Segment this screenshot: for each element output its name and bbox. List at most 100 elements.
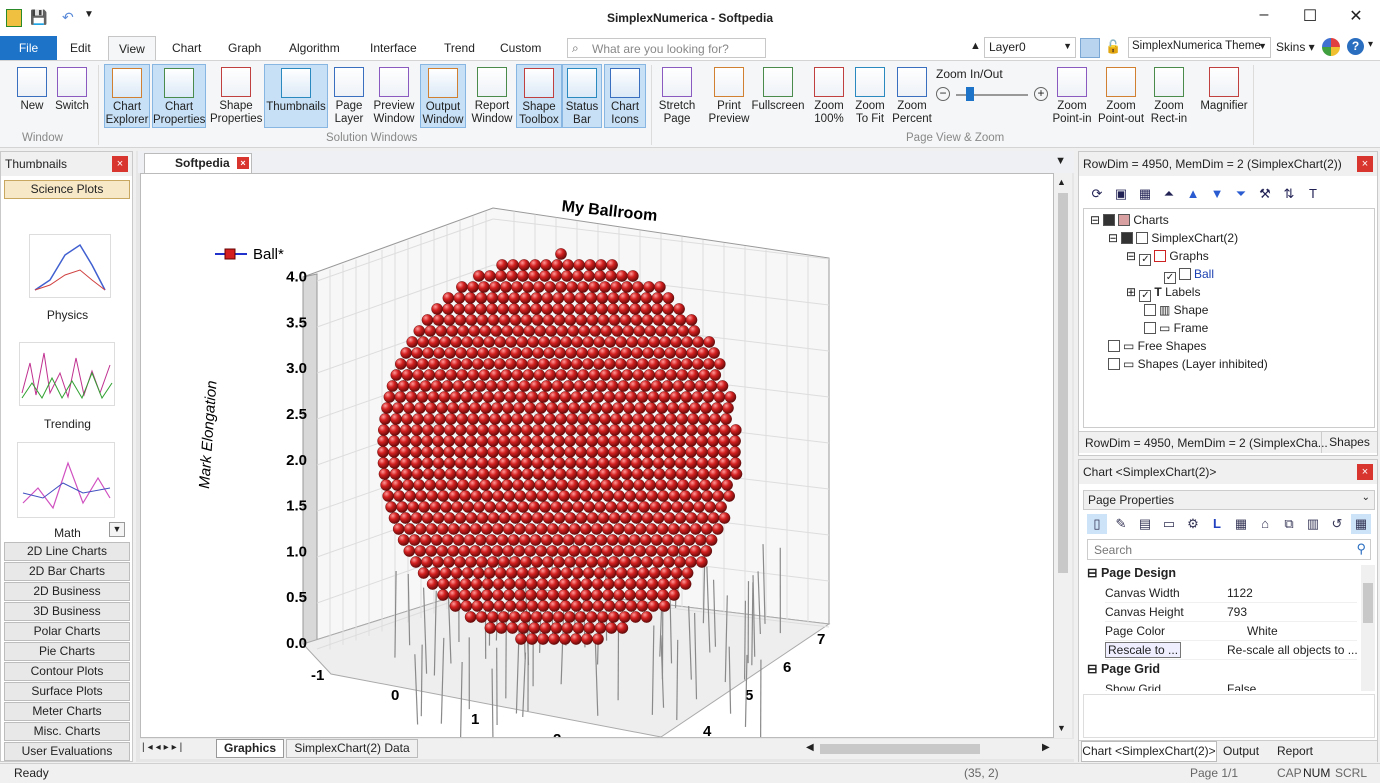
tab-view[interactable]: View xyxy=(108,36,156,61)
tab-chart[interactable]: Chart xyxy=(162,36,211,60)
tab-edit[interactable]: Edit xyxy=(60,36,101,60)
vscroll-down-icon[interactable]: ▼ xyxy=(1057,723,1066,733)
tree-node-graphs[interactable]: ⊟ ✓Graphs xyxy=(1126,247,1209,265)
thumbnails-close-button[interactable]: × xyxy=(112,156,128,172)
frame-icon[interactable]: ▭ xyxy=(1159,514,1179,534)
page-edit-icon[interactable]: ✎ xyxy=(1111,514,1131,534)
ribbon-button-zoom-point-in[interactable]: Zoom Point-in xyxy=(1050,64,1094,128)
text-icon[interactable]: T xyxy=(1305,186,1321,202)
ribbon-button-shape-properties[interactable]: Shape Properties xyxy=(210,64,262,128)
image-icon[interactable]: ▤ xyxy=(1135,514,1155,534)
label-icon[interactable]: L xyxy=(1207,514,1227,534)
tree-node-free-shapes[interactable]: ▭ Free Shapes xyxy=(1108,337,1206,355)
vscroll-thumb[interactable] xyxy=(1058,193,1068,573)
table-icon[interactable]: ▦ xyxy=(1231,514,1251,534)
ribbon-button-new[interactable]: New xyxy=(14,64,50,128)
maximize-button[interactable]: ☐ xyxy=(1296,6,1324,28)
tab-interface[interactable]: Interface xyxy=(360,36,427,60)
hscroll-left-icon[interactable]: ◀ xyxy=(806,742,814,753)
minimize-button[interactable]: – xyxy=(1250,6,1278,28)
ribbon-button-preview-window[interactable]: Preview Window xyxy=(370,64,418,128)
refresh-icon[interactable]: ⟳ xyxy=(1089,186,1105,202)
sort-icon[interactable]: ⇅ xyxy=(1281,186,1297,202)
section-page-design[interactable]: ⊟ Page Design xyxy=(1087,565,1176,580)
tree-node-shape[interactable]: ▥ Shape xyxy=(1144,301,1208,319)
sheet-nav-icons[interactable]: |◂◂▸▸| xyxy=(142,742,185,753)
page-icon[interactable]: ▯ xyxy=(1087,514,1107,534)
tab-chart-props[interactable]: Chart <SimplexChart(2)> xyxy=(1081,741,1217,762)
tab-file[interactable]: File xyxy=(0,36,57,60)
reset-icon[interactable]: ↺ xyxy=(1327,514,1347,534)
category-pie-charts[interactable]: Pie Charts xyxy=(4,642,130,661)
category-meter-charts[interactable]: Meter Charts xyxy=(4,702,130,721)
tree-node-shapes-inhibited[interactable]: ▭ Shapes (Layer inhibited) xyxy=(1108,355,1268,373)
prop-row-page-color[interactable]: Page ColorWhite xyxy=(1105,622,1357,641)
help-icon[interactable]: ? xyxy=(1347,38,1364,55)
ribbon-button-fullscreen[interactable]: Fullscreen xyxy=(750,64,806,128)
tab-custom[interactable]: Custom xyxy=(490,36,551,60)
thumb-math[interactable] xyxy=(17,442,115,518)
skins-menu[interactable]: Skins ▾ xyxy=(1276,40,1315,54)
zoom-plus-icon[interactable]: + xyxy=(1034,87,1048,101)
copy-icon[interactable]: ⧉ xyxy=(1279,514,1299,534)
ribbon-button-shape-toolbox[interactable]: Shape Toolbox xyxy=(516,64,562,128)
shapes-tab[interactable]: Shapes xyxy=(1321,432,1377,453)
hscroll-thumb[interactable] xyxy=(820,744,980,754)
category-2d-bar-charts[interactable]: 2D Bar Charts xyxy=(4,562,130,581)
folder-icon[interactable]: ⌂ xyxy=(1255,514,1275,534)
doc-vscroll[interactable]: ▲ ▼ xyxy=(1054,173,1072,738)
properties-close-button[interactable]: × xyxy=(1357,464,1373,480)
hscroll-right-icon[interactable]: ▶ xyxy=(1042,742,1050,753)
chart-canvas[interactable]: 0.00.51.01.52.02.53.03.54.0-10124567My B… xyxy=(140,173,1054,738)
prop-row-canvas-height[interactable]: Canvas Height793 xyxy=(1105,603,1357,622)
category-surface-plots[interactable]: Surface Plots xyxy=(4,682,130,701)
category-polar-charts[interactable]: Polar Charts xyxy=(4,622,130,641)
tree-node-frame[interactable]: ▭ Frame xyxy=(1144,319,1208,337)
up-icon[interactable]: ▲ xyxy=(1185,186,1201,202)
ribbon-button-magnifier[interactable]: Magnifier xyxy=(1196,64,1252,128)
doc-tab-close-icon[interactable]: × xyxy=(237,157,249,169)
prop-row-canvas-width[interactable]: Canvas Width1122 xyxy=(1105,584,1357,603)
properties-scrollbar[interactable] xyxy=(1361,565,1375,691)
explorer-close-button[interactable]: × xyxy=(1357,156,1373,172)
thumb-scroll-down-button[interactable]: ▼ xyxy=(109,522,125,537)
properties-dropdown[interactable]: Page Properties⌄ xyxy=(1083,490,1375,510)
tree-node-simplexchart[interactable]: ⊟ SimplexChart(2) xyxy=(1108,229,1238,247)
ribbon-button-zoom-rect-in[interactable]: Zoom Rect-in xyxy=(1148,64,1190,128)
thumb-trending[interactable] xyxy=(19,342,115,406)
settings-icon[interactable]: ⚙ xyxy=(1183,514,1203,534)
prop-row-rescale[interactable]: Rescale to ...Re-scale all objects to ..… xyxy=(1105,641,1357,660)
doc-tab-menu-icon[interactable]: ▼ xyxy=(1055,155,1066,167)
ribbon-button-report-window[interactable]: Report Window xyxy=(468,64,516,128)
zoom-minus-icon[interactable]: − xyxy=(936,87,950,101)
tree-node-labels[interactable]: ⊞ ✓T Labels xyxy=(1126,283,1200,301)
layer-up-icon[interactable]: ▲ xyxy=(970,40,981,52)
tab-output[interactable]: Output xyxy=(1223,744,1259,758)
tab-graph[interactable]: Graph xyxy=(218,36,271,60)
category-contour-plots[interactable]: Contour Plots xyxy=(4,662,130,681)
thumb-physics[interactable] xyxy=(29,234,111,298)
explorer-tree[interactable]: ⊟ Charts ⊟ SimplexChart(2) ⊟ ✓Graphs ✓Ba… xyxy=(1083,208,1375,428)
ribbon-button-zoom-to-fit[interactable]: Zoom To Fit xyxy=(852,64,888,128)
ribbon-button-chart-properties[interactable]: Chart Properties xyxy=(152,64,206,128)
ribbon-button-page-layer[interactable]: Page Layer xyxy=(330,64,368,128)
bottom-tab-graphics[interactable]: Graphics xyxy=(216,739,284,758)
layer-select[interactable]: Layer0▼ xyxy=(984,37,1076,58)
top-icon[interactable]: ⏶ xyxy=(1161,186,1177,202)
vscroll-up-icon[interactable]: ▲ xyxy=(1057,177,1066,187)
palette-icon[interactable] xyxy=(1322,38,1340,56)
tools-icon[interactable]: ⚒ xyxy=(1257,186,1273,202)
chart-svg[interactable]: 0.00.51.01.52.02.53.03.54.0-10124567My B… xyxy=(141,174,1054,738)
ribbon-button-zoom-point-out[interactable]: Zoom Point-out xyxy=(1096,64,1146,128)
bottom-tab-data[interactable]: SimplexChart(2) Data xyxy=(286,739,418,758)
property-search-icon[interactable]: ⚲ xyxy=(1356,541,1366,557)
category-user-evaluations[interactable]: User Evaluations xyxy=(4,742,130,761)
down-icon[interactable]: ▼ xyxy=(1209,186,1225,202)
ribbon-button-chart-explorer[interactable]: Chart Explorer xyxy=(104,64,150,128)
category-3d-business[interactable]: 3D Business xyxy=(4,602,130,621)
section-page-grid[interactable]: ⊟ Page Grid xyxy=(1087,661,1160,676)
layer-toggle-icon[interactable] xyxy=(1080,38,1100,58)
prop-row-show-grid[interactable]: Show GridFalse xyxy=(1105,680,1357,691)
tree-node-ball[interactable]: ✓Ball xyxy=(1164,265,1214,283)
ribbon-button-stretch-page[interactable]: Stretch Page xyxy=(656,64,698,128)
